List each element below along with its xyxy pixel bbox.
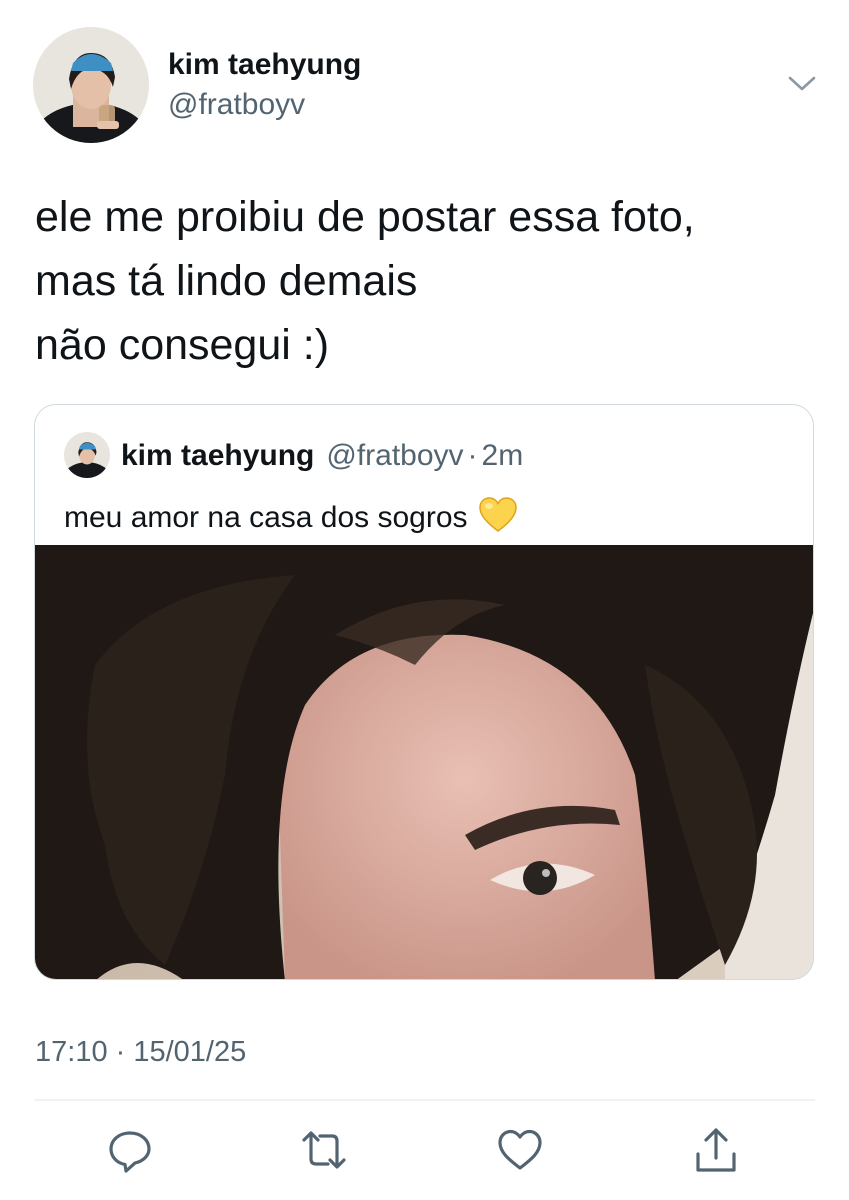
avatar-photo xyxy=(33,27,149,143)
quoted-text: meu amor na casa dos sogros xyxy=(64,495,518,536)
more-options-chevron-icon[interactable] xyxy=(786,72,818,96)
quoted-author-avatar xyxy=(64,432,110,478)
author-name[interactable]: kim taehyung xyxy=(168,48,361,82)
action-bar xyxy=(0,1120,849,1180)
quoted-separator: · xyxy=(467,439,478,472)
quoted-photo[interactable] xyxy=(35,545,813,979)
tweet-text-line: ele me proibiu de postar essa foto, xyxy=(35,193,695,241)
tweet-text: ele me proibiu de postar essa foto, mas … xyxy=(35,185,815,377)
retweet-icon[interactable] xyxy=(300,1126,348,1174)
share-icon[interactable] xyxy=(692,1126,740,1174)
divider xyxy=(34,1099,815,1101)
tweet-text-line: não consegui :) xyxy=(35,321,330,369)
quoted-text-body: meu amor na casa dos sogros xyxy=(64,501,468,534)
author-avatar[interactable] xyxy=(33,27,149,143)
tweet-text-line: mas tá lindo demais xyxy=(35,257,418,305)
quoted-header: kim taehyung @fratboyv · 2m xyxy=(121,438,523,474)
quoted-author-name: kim taehyung xyxy=(121,439,315,472)
yellow-heart-icon xyxy=(478,495,518,535)
quoted-tweet-card[interactable]: kim taehyung @fratboyv · 2m meu amor na cas… xyxy=(34,404,814,980)
author-handle[interactable]: @fratboyv xyxy=(168,88,305,122)
tweet-timestamp[interactable]: 17:10 · 15/01/25 xyxy=(35,1036,246,1069)
quoted-author-handle: @fratboyv xyxy=(326,439,464,472)
quoted-time: 2m xyxy=(481,439,524,472)
like-icon[interactable] xyxy=(496,1126,544,1174)
reply-icon[interactable] xyxy=(106,1126,154,1174)
